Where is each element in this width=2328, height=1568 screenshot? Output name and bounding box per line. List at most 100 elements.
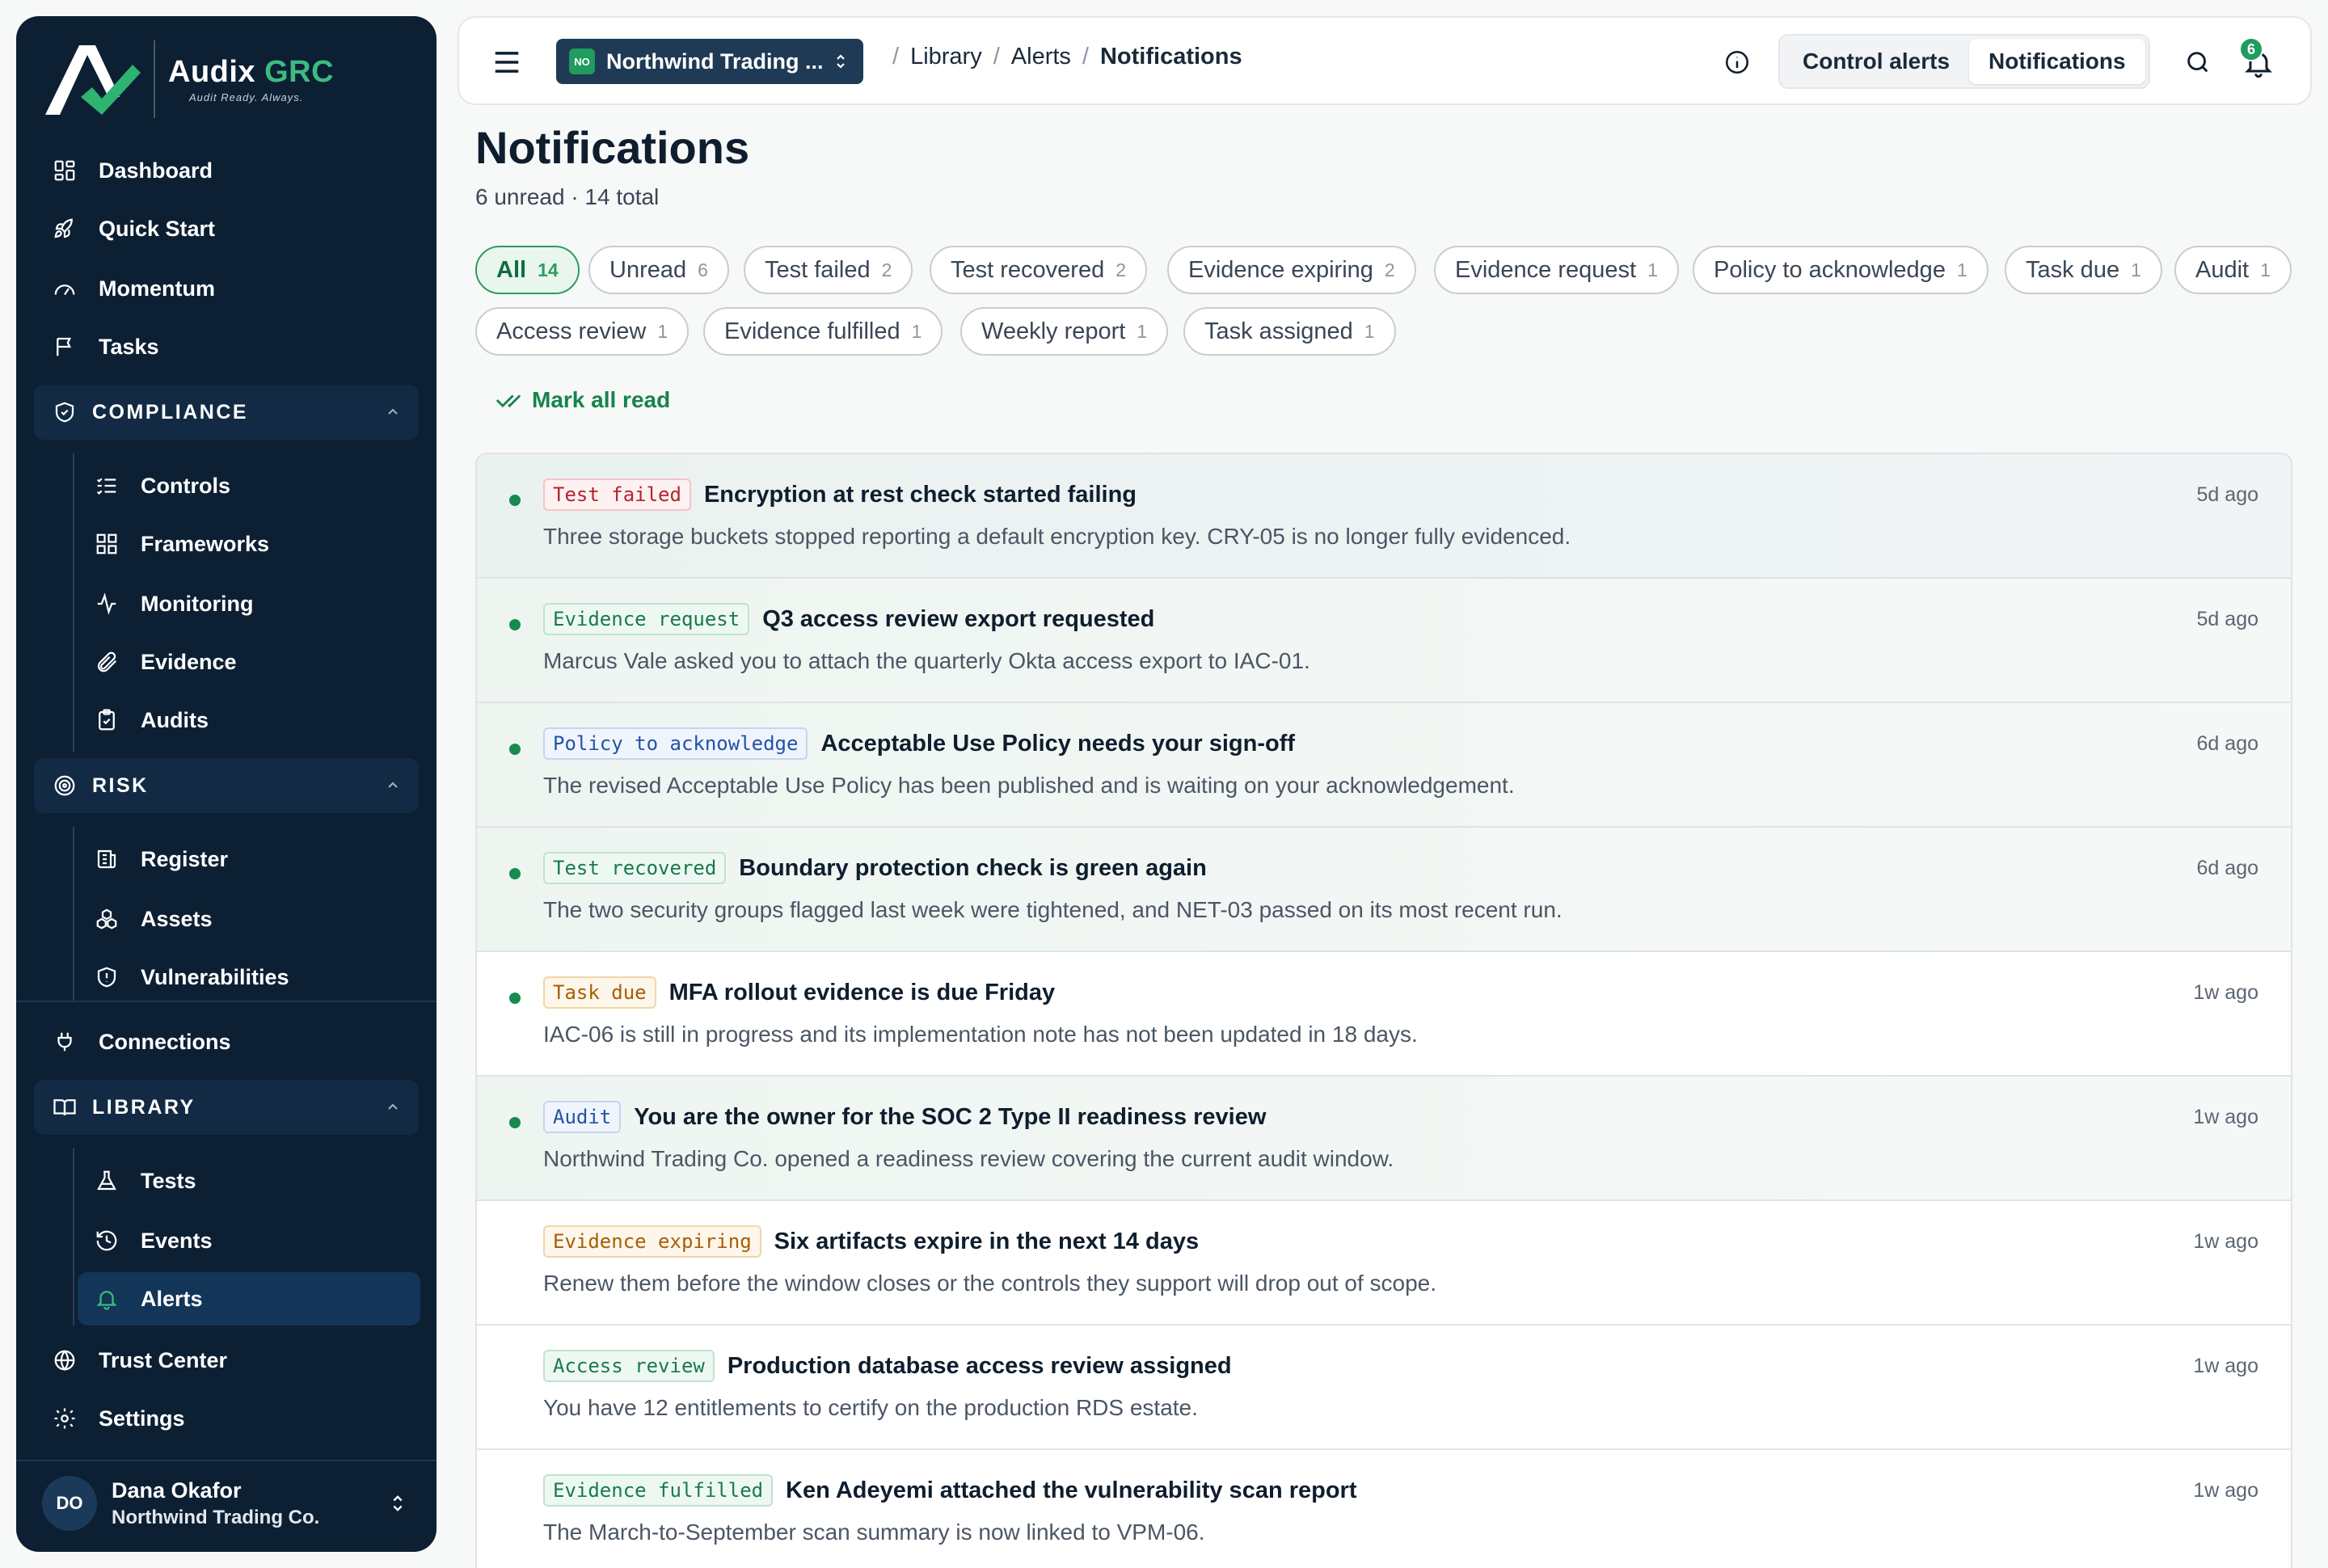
- notification-description: The March-to-September scan summary is n…: [543, 1520, 1205, 1545]
- notification-row[interactable]: Evidence fulfilled Ken Adeyemi attached t…: [477, 1450, 2291, 1568]
- sidebar-item-evidence[interactable]: Evidence: [92, 635, 435, 689]
- sidebar-item-audits[interactable]: Audits: [92, 693, 435, 747]
- sidebar-item-alerts[interactable]: Alerts: [78, 1272, 420, 1326]
- notification-time: 5d ago: [2196, 483, 2258, 506]
- notification-title: You are the owner for the SOC 2 Type II …: [634, 1103, 1267, 1130]
- book-open-icon: [50, 1093, 79, 1122]
- filter-chip-test-recovered[interactable]: Test recovered 2: [930, 246, 1147, 294]
- sidebar-item-controls[interactable]: Controls: [92, 459, 435, 512]
- sidebar-item-dashboard[interactable]: Dashboard: [50, 144, 430, 197]
- breadcrumb-library[interactable]: Library: [910, 44, 982, 70]
- filter-chip-evidence-expiring[interactable]: Evidence expiring 2: [1167, 246, 1416, 294]
- filter-chip-task-assigned[interactable]: Task assigned 1: [1183, 307, 1396, 356]
- gear-icon: [50, 1404, 79, 1433]
- notification-row[interactable]: Evidence request Q3 access review export …: [477, 579, 2291, 703]
- sidebar-item-quick-start[interactable]: Quick Start: [50, 202, 430, 255]
- alerts-tab-switcher: Control alerts Notifications: [1778, 34, 2150, 89]
- org-switcher[interactable]: NO Northwind Trading ...: [556, 39, 863, 84]
- notification-row[interactable]: Test failed Encryption at rest check star…: [477, 454, 2291, 579]
- page-subtitle: 6 unread · 14 total: [475, 184, 660, 209]
- notification-time: 1w ago: [2193, 1230, 2258, 1253]
- sidebar-item-assets[interactable]: Assets: [92, 892, 435, 946]
- filter-chip-all[interactable]: All 14: [475, 246, 580, 294]
- sidebar-item-tasks[interactable]: Tasks: [50, 320, 430, 373]
- unread-dot: [509, 495, 521, 506]
- user-org: Northwind Trading Co.: [112, 1506, 320, 1528]
- breadcrumb-alerts[interactable]: Alerts: [1011, 44, 1071, 70]
- paperclip-icon: [92, 647, 121, 677]
- sidebar-item-tests[interactable]: Tests: [92, 1154, 435, 1208]
- tree-line: [73, 826, 74, 1002]
- page-title: Notifications: [475, 122, 750, 173]
- info-icon[interactable]: [1723, 48, 1751, 76]
- notification-row[interactable]: Policy to acknowledge Acceptable Use Poli…: [477, 703, 2291, 828]
- sidebar-item-connections[interactable]: Connections: [50, 1015, 430, 1069]
- section-library[interactable]: LIBRARY: [34, 1080, 419, 1135]
- brand[interactable]: Audix GRC Audit Ready. Always.: [42, 39, 334, 120]
- history-icon: [92, 1226, 121, 1255]
- filter-chip-weekly-report[interactable]: Weekly report 1: [960, 307, 1169, 356]
- bell-icon: [92, 1284, 121, 1313]
- notification-tag: Test failed: [543, 478, 691, 511]
- sidebar-item-momentum[interactable]: Momentum: [50, 262, 430, 315]
- mark-all-read-button[interactable]: Mark all read: [495, 386, 670, 414]
- tree-line: [73, 1148, 74, 1326]
- filter-chip-task-due[interactable]: Task due 1: [2005, 246, 2162, 294]
- sidebar-item-label: Trust Center: [99, 1347, 228, 1372]
- tab-control-alerts[interactable]: Control alerts: [1783, 39, 1969, 84]
- sidebar-item-register[interactable]: Register: [92, 832, 435, 886]
- section-compliance[interactable]: COMPLIANCE: [34, 385, 419, 440]
- tree-line: [73, 453, 74, 752]
- notification-row[interactable]: Evidence expiring Six artifacts expire in…: [477, 1201, 2291, 1326]
- filter-chip-evidence-fulfilled[interactable]: Evidence fulfilled 1: [703, 307, 943, 356]
- notification-description: Marcus Vale asked you to attach the quar…: [543, 648, 1310, 673]
- filter-chip-test-failed[interactable]: Test failed 2: [744, 246, 913, 294]
- rocket-icon: [50, 214, 79, 243]
- sidebar-item-monitoring[interactable]: Monitoring: [92, 577, 435, 630]
- notification-time: 6d ago: [2196, 857, 2258, 879]
- sidebar-item-label: Connections: [99, 1029, 231, 1054]
- filter-chip-unread[interactable]: Unread 6: [588, 246, 729, 294]
- section-risk[interactable]: RISK: [34, 758, 419, 813]
- gauge-icon: [50, 274, 79, 303]
- sidebar-item-vulnerabilities[interactable]: Vulnerabilities: [92, 950, 435, 1004]
- notification-description: Renew them before the window closes or t…: [543, 1271, 1437, 1296]
- filter-chip-evidence-request[interactable]: Evidence request 1: [1434, 246, 1679, 294]
- sidebar-item-settings[interactable]: Settings: [50, 1392, 430, 1445]
- sidebar-item-label: Alerts: [141, 1286, 203, 1311]
- sidebar-item-frameworks[interactable]: Frameworks: [92, 517, 435, 571]
- register-icon: [92, 845, 121, 874]
- hamburger-menu-icon[interactable]: [491, 47, 522, 78]
- notification-title: Encryption at rest check started failing: [703, 481, 1137, 508]
- brand-tagline: Audit Ready. Always.: [189, 91, 304, 103]
- sidebar-item-trust-center[interactable]: Trust Center: [50, 1334, 430, 1387]
- notification-row[interactable]: Audit You are the owner for the SOC 2 Typ…: [477, 1077, 2291, 1201]
- tab-notifications[interactable]: Notifications: [1969, 39, 2145, 84]
- breadcrumb-separator: /: [892, 44, 900, 70]
- notification-title: Q3 access review export requested: [762, 605, 1155, 632]
- grid-icon: [92, 529, 121, 558]
- notification-tag: Evidence expiring: [543, 1225, 761, 1258]
- flag-icon: [50, 332, 79, 361]
- notification-time: 1w ago: [2193, 981, 2258, 1004]
- filter-chip-access-review[interactable]: Access review 1: [475, 307, 690, 356]
- sidebar-item-label: Monitoring: [141, 591, 254, 616]
- notification-description: IAC-06 is still in progress and its impl…: [543, 1022, 1418, 1047]
- search-icon[interactable]: [2184, 48, 2212, 76]
- section-label: COMPLIANCE: [92, 400, 249, 424]
- notification-row[interactable]: Task due MFA rollout evidence is due Frid…: [477, 952, 2291, 1077]
- user-menu[interactable]: DO Dana Okafor Northwind Trading Co.: [42, 1471, 422, 1536]
- org-badge: NO: [569, 48, 595, 74]
- filter-chip-policy-to-acknowledge[interactable]: Policy to acknowledge 1: [1693, 246, 1988, 294]
- filter-chip-audit[interactable]: Audit 1: [2174, 246, 2292, 294]
- brand-name: Audix GRC: [168, 55, 335, 89]
- sidebar-item-events[interactable]: Events: [92, 1214, 435, 1267]
- dashboard-icon: [50, 156, 79, 185]
- unread-dot: [509, 744, 521, 755]
- sidebar-item-label: Register: [141, 846, 229, 871]
- notification-description: The revised Acceptable Use Policy has be…: [543, 773, 1515, 798]
- notification-row[interactable]: Test recovered Boundary protection check …: [477, 828, 2291, 952]
- notification-tag: Task due: [543, 976, 656, 1009]
- notification-row[interactable]: Access review Production database access …: [477, 1326, 2291, 1450]
- chevron-updown-icon: [393, 1495, 403, 1511]
